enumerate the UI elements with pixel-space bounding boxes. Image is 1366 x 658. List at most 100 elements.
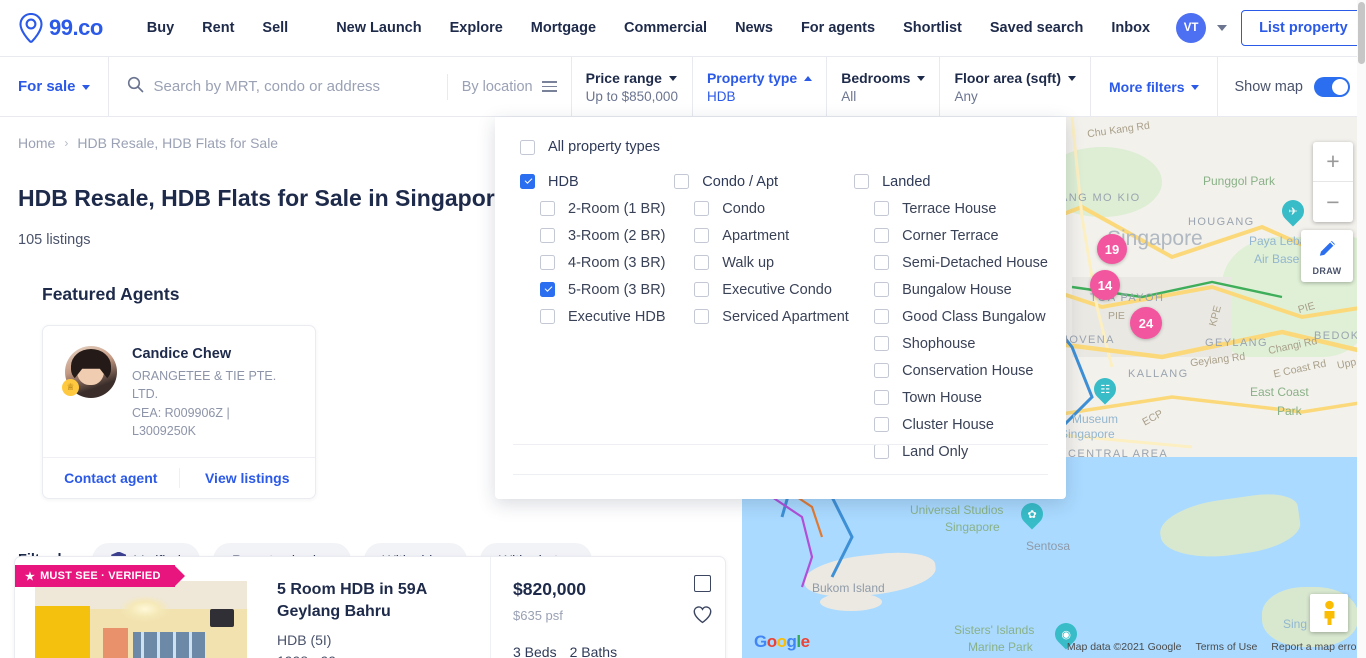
nav-shortlist[interactable]: Shortlist [889,20,976,36]
checkbox-good-class-bungalow[interactable] [874,309,890,324]
checkbox-row-bungalow-house[interactable]: Bungalow House [854,276,1048,303]
nav-for-agents[interactable]: For agents [787,20,889,36]
filter-price-range[interactable]: Price range Up to $850,000 [572,57,693,116]
checkbox-cluster-house[interactable] [874,417,890,432]
show-map-toggle[interactable] [1314,76,1350,97]
contact-agent-link[interactable]: Contact agent [43,458,179,498]
checkbox-row-executive-condo[interactable]: Executive Condo [674,276,854,303]
checkbox-row-cluster-house[interactable]: Cluster House [854,411,1048,438]
nav-inbox[interactable]: Inbox [1097,20,1164,36]
nav-mortgage[interactable]: Mortgage [517,20,610,36]
brand-logo[interactable]: 99.co [18,13,103,43]
checkbox-row-apartment[interactable]: Apartment [674,222,854,249]
map-draw-button[interactable]: DRAW [1301,230,1353,282]
nav-news[interactable]: News [721,20,787,36]
report-map-error-link[interactable]: Report a map error [1271,641,1360,653]
filter-bar: For sale By location Price range Up to $… [0,57,1366,117]
map-cluster-marker[interactable]: 14 [1090,270,1120,300]
checkbox-executive-hdb[interactable] [540,309,555,324]
view-listings-link[interactable]: View listings [180,458,316,498]
checkbox-serviced-apartment[interactable] [694,309,710,324]
checkbox-row-town-house[interactable]: Town House [854,384,1048,411]
checkbox-conservation-house[interactable] [874,363,890,378]
checkbox-2-room-1-br[interactable] [540,201,555,216]
checkbox-5-room-3-br[interactable] [540,282,555,297]
page-scrollbar-track[interactable] [1357,0,1366,658]
for-sale-label: For sale [18,78,76,95]
checkbox-3-room-2-br[interactable] [540,228,555,243]
terms-of-use-link[interactable]: Terms of Use [1195,641,1257,653]
nav-explore[interactable]: Explore [436,20,517,36]
checkbox-condo-apt[interactable] [674,174,690,189]
map-cluster-marker[interactable]: 24 [1130,307,1162,339]
listing-card[interactable]: ★ MUST SEE · VERIFIED 5 Room HDB in 59A … [14,556,726,658]
nav-sell[interactable]: Sell [248,20,302,36]
nav-saved-search[interactable]: Saved search [976,20,1098,36]
checkbox-row-executive-hdb[interactable]: Executive HDB [520,303,674,330]
list-property-button[interactable]: List property [1241,10,1366,46]
checkbox-row-walk-up[interactable]: Walk up [674,249,854,276]
all-property-types-row[interactable]: All property types [513,135,1048,155]
filter-floor-area[interactable]: Floor area (sqft) Any [940,57,1092,116]
filter-bedrooms[interactable]: Bedrooms All [827,57,941,116]
checkbox-row-5-room-3-br[interactable]: 5-Room (3 BR) [520,276,674,303]
checkbox-row-landed[interactable]: Landed [854,168,1048,195]
status-badge: ★ MUST SEE · VERIFIED [15,565,185,587]
checkbox-4-room-3-br[interactable] [540,255,555,270]
checkbox-row-conservation-house[interactable]: Conservation House [854,357,1048,384]
map-poi-museum-icon[interactable]: ☷ [1089,373,1121,406]
checkbox-condo[interactable] [694,201,710,216]
checkbox-row-2-room-1-br[interactable]: 2-Room (1 BR) [520,195,674,222]
checkbox-hdb[interactable] [520,174,535,189]
more-filters-button[interactable]: More filters [1091,57,1219,116]
checkbox-row-shophouse[interactable]: Shophouse [854,330,1048,357]
search-input[interactable] [153,78,437,95]
chevron-down-icon[interactable] [1217,24,1228,32]
nav-rent[interactable]: Rent [188,20,248,36]
checkbox-executive-condo[interactable] [694,282,710,297]
nav-new-launch[interactable]: New Launch [322,20,435,36]
checkbox-bungalow-house[interactable] [874,282,890,297]
nav-commercial[interactable]: Commercial [610,20,721,36]
checkbox-row-land-only[interactable]: Land Only [854,438,1048,465]
checkbox-row-4-room-3-br[interactable]: 4-Room (3 BR) [520,249,674,276]
favorite-heart-icon[interactable] [692,604,713,625]
checkbox-walk-up[interactable] [694,255,710,270]
checkbox-shophouse[interactable] [874,336,890,351]
map-poi-airport-icon[interactable]: ✈ [1277,195,1309,228]
checkbox-row-semi-detached-house[interactable]: Semi-Detached House [854,249,1048,276]
filter-property-type[interactable]: Property type HDB [693,57,828,116]
by-location-button[interactable]: By location [446,73,557,100]
breadcrumb-separator-icon: › [64,136,69,150]
checkbox-row-terrace-house[interactable]: Terrace House [854,195,1048,222]
checkbox-apartment[interactable] [694,228,710,243]
listing-type-selector[interactable]: For sale [0,57,109,116]
checkbox-semi-detached-house[interactable] [874,255,890,270]
zoom-out-button[interactable]: − [1313,182,1353,222]
checkbox-land-only[interactable] [874,444,890,459]
street-view-pegman-icon[interactable] [1310,594,1348,632]
checkbox-terrace-house[interactable] [874,201,890,216]
checkbox-row-corner-terrace[interactable]: Corner Terrace [854,222,1048,249]
checkbox-landed[interactable] [854,174,870,189]
nav-buy[interactable]: Buy [133,20,188,36]
checkbox-row-serviced-apartment[interactable]: Serviced Apartment [674,303,854,330]
listing-title[interactable]: 5 Room HDB in 59A Geylang Bahru [277,579,472,623]
checkbox-row-hdb[interactable]: HDB [520,168,674,195]
map-poi-attraction-icon[interactable]: ✿ [1016,498,1048,531]
page-scrollbar-thumb[interactable] [1358,2,1365,64]
all-property-types-checkbox[interactable] [520,139,535,155]
listing-compare-checkbox[interactable] [694,575,711,592]
listing-photo[interactable] [35,581,247,658]
agent-name: Candice Chew [132,346,232,362]
breadcrumb-home[interactable]: Home [18,135,55,151]
checkbox-row-condo[interactable]: Condo [674,195,854,222]
checkbox-town-house[interactable] [874,390,890,405]
checkbox-corner-terrace[interactable] [874,228,890,243]
map-cluster-marker[interactable]: 19 [1097,234,1127,264]
zoom-in-button[interactable]: + [1313,142,1353,182]
checkbox-row-good-class-bungalow[interactable]: Good Class Bungalow [854,303,1048,330]
avatar[interactable]: VT [1176,13,1207,43]
checkbox-row-condo-apt[interactable]: Condo / Apt [674,168,854,195]
checkbox-row-3-room-2-br[interactable]: 3-Room (2 BR) [520,222,674,249]
